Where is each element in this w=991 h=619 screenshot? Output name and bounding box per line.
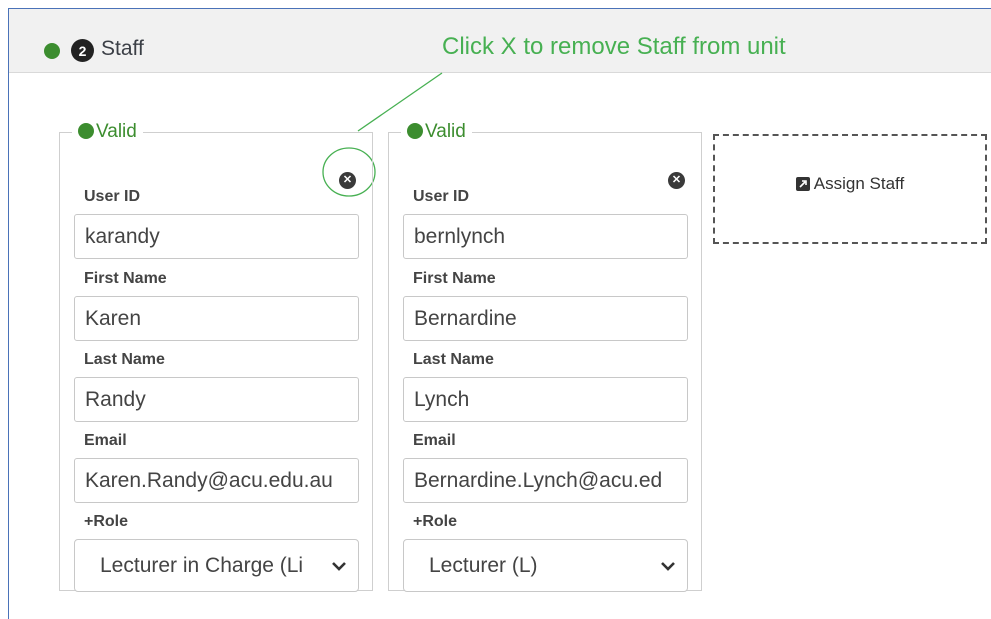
section-title: Staff — [101, 37, 144, 60]
last-name-field[interactable]: Randy — [74, 377, 359, 422]
role-select-value: Lecturer (L) — [429, 553, 538, 577]
last-name-label: Last Name — [84, 351, 165, 368]
step-number-badge: 2 — [71, 39, 94, 62]
last-name-field[interactable]: Lynch — [403, 377, 688, 422]
role-select[interactable]: Lecturer in Charge (Li — [74, 539, 359, 592]
last-name-label: Last Name — [413, 351, 494, 368]
user-id-field[interactable]: bernlynch — [403, 214, 688, 259]
valid-dot-icon — [407, 123, 423, 139]
role-select[interactable]: Lecturer (L) — [403, 539, 688, 592]
first-name-field[interactable]: Karen — [74, 296, 359, 341]
card-status-label: Valid — [96, 121, 137, 142]
chevron-down-icon — [332, 561, 346, 571]
external-link-icon — [795, 177, 810, 191]
valid-dot-icon — [78, 123, 94, 139]
user-id-label: User ID — [413, 188, 470, 205]
callout-annotation: Click X to remove Staff from unit — [442, 33, 786, 60]
user-id-field[interactable]: karandy — [74, 214, 359, 259]
card-status-legend: Valid — [72, 121, 143, 143]
card-status-legend: Valid — [401, 121, 472, 143]
role-label: +Role — [84, 513, 129, 530]
staff-card: Valid ✕ User ID karandy First Name Karen… — [59, 121, 373, 592]
first-name-field[interactable]: Bernardine — [403, 296, 688, 341]
first-name-label: First Name — [84, 270, 167, 287]
chevron-down-icon — [661, 561, 675, 571]
assign-staff-button[interactable]: Assign Staff — [713, 134, 987, 244]
remove-staff-button[interactable]: ✕ — [668, 172, 685, 189]
remove-staff-button[interactable]: ✕ — [339, 172, 356, 189]
assign-staff-label: Assign Staff — [813, 174, 905, 193]
user-id-label: User ID — [84, 188, 141, 205]
status-dot-icon — [44, 43, 60, 59]
role-select-value: Lecturer in Charge (Li — [100, 553, 304, 577]
first-name-label: First Name — [413, 270, 496, 287]
staff-card: Valid ✕ User ID bernlynch First Name Ber… — [388, 121, 702, 592]
email-field[interactable]: Bernardine.Lynch@acu.ed — [403, 458, 688, 503]
email-label: Email — [84, 432, 127, 449]
role-label: +Role — [413, 513, 458, 530]
email-label: Email — [413, 432, 456, 449]
card-status-label: Valid — [425, 121, 466, 142]
email-field[interactable]: Karen.Randy@acu.edu.au — [74, 458, 359, 503]
